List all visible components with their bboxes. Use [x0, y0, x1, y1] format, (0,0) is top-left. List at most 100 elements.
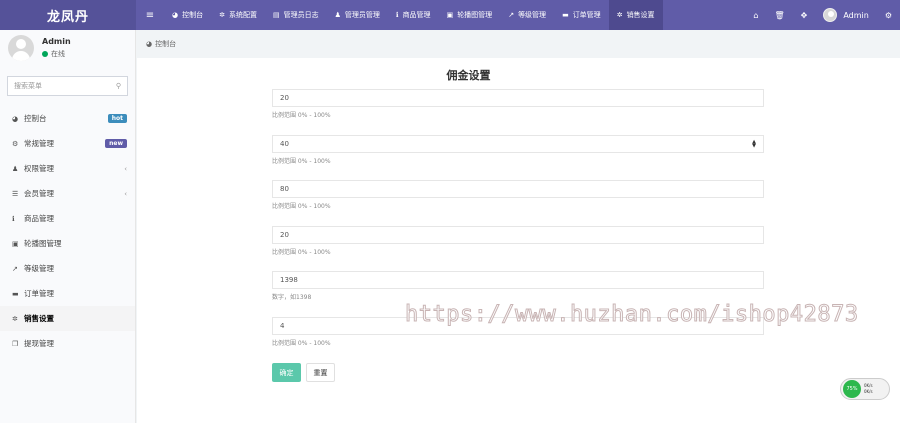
topnav-label: 订单管理	[572, 11, 601, 19]
sidebar-item-9[interactable]: ❐ 提现管理	[0, 331, 135, 356]
fullscreen-icon[interactable]: ✥	[793, 11, 816, 20]
sidebar-item-0[interactable]: ◕ 控制台 hot	[0, 106, 135, 131]
sidebar-item-label: 订单管理	[24, 289, 54, 298]
sidebar-menu: ◕ 控制台 hot ⚙ 常规管理 new ♟ 权限管理 ‹ ☰ 会员管理 ‹ ℹ 商品管理 ▣ 轮播图管理 ↗ 等…	[0, 106, 135, 356]
sidebar-item-label: 权限管理	[24, 164, 54, 173]
sidebar-item-1[interactable]: ⚙ 常规管理 new	[0, 131, 135, 156]
field-input[interactable]: 20	[272, 225, 764, 244]
field-help-text: 比例范围 0% - 100%	[272, 248, 331, 256]
field-help-text: 数字，如1398	[272, 294, 312, 301]
main-content: ◕ 控制台 佣金设置 直推销售奖（%）20比例范围 0% - 100%重销自我推…	[137, 30, 900, 423]
network-speed-widget[interactable]: 75% 0K/s 0K/s	[840, 378, 890, 400]
topnav-label: 轮播图管理	[457, 11, 493, 19]
topnav-item-6[interactable]: ↗ 等级管理	[500, 0, 554, 30]
topnav-label: 管理员管理	[344, 11, 380, 19]
sidebar-item-7[interactable]: ▬ 订单管理	[0, 281, 135, 306]
trash-icon[interactable]: 🗑	[766, 11, 792, 20]
sidebar-item-label: 轮播图管理	[24, 239, 62, 248]
page-title: 佣金设置	[446, 69, 491, 82]
user-icon: ♟	[334, 11, 341, 19]
field-help-text: 比例范围 0% - 100%	[272, 157, 331, 165]
topnav-label: 控制台	[182, 11, 204, 19]
sidebar-item-5[interactable]: ▣ 轮播图管理	[0, 231, 135, 256]
user-status: 在线	[42, 49, 71, 59]
copy-icon: ❐	[12, 339, 19, 348]
chart-icon: ↗	[12, 264, 18, 273]
field-input[interactable]: 80	[272, 180, 764, 198]
settings-icon[interactable]: ⚙	[877, 11, 900, 20]
top-nav-menu: ◕ 控制台 ✲ 系统配置 ▤ 管理员日志 ♟ 管理员管理 ℹ 商品管理 ▣ 轮播图管理 ↗ 等级管理 ▬ 订单…	[164, 0, 663, 30]
user-name: Admin	[843, 10, 869, 20]
gear-icon: ✲	[616, 11, 623, 19]
speed-circle: 75%	[843, 380, 861, 398]
sidebar-item-label: 等级管理	[24, 264, 54, 273]
sidebar-item-label: 销售设置	[24, 314, 54, 323]
field-value: 4	[280, 321, 285, 330]
reset-button[interactable]: 重置	[306, 363, 335, 382]
search-placeholder: 搜索菜单	[14, 82, 42, 90]
topnav-label: 销售设置	[626, 11, 655, 19]
sidebar-item-label: 提现管理	[24, 339, 54, 348]
dashboard-icon: ◕	[172, 11, 179, 19]
topnav-item-0[interactable]: ◕ 控制台	[164, 0, 211, 30]
topnav-item-7[interactable]: ▬ 订单管理	[554, 0, 609, 30]
info-icon: ℹ	[395, 11, 399, 19]
user-name: Admin	[42, 37, 71, 46]
topnav-item-3[interactable]: ♟ 管理员管理	[327, 0, 388, 30]
topnav-item-1[interactable]: ✲ 系统配置	[211, 0, 265, 30]
avatar	[823, 8, 838, 22]
topnav-label: 系统配置	[228, 11, 257, 19]
sidebar: Admin 在线 搜索菜单 ⚲ ◕ 控制台 hot ⚙ 常规管理 new ♟ 权限管理 ‹ ☰ 会员…	[0, 30, 136, 423]
submit-button[interactable]: 确定	[272, 363, 301, 382]
chart-icon: ↗	[508, 11, 515, 19]
sidebar-item-label: 控制台	[24, 114, 47, 123]
topnav-item-5[interactable]: ▣ 轮播图管理	[439, 0, 501, 30]
gear-icon: ✲	[219, 11, 225, 19]
breadcrumb-item[interactable]: 控制台	[155, 39, 176, 49]
topnav-label: 管理员日志	[283, 11, 319, 19]
field-help-text: 比例范围 0% - 100%	[272, 203, 331, 210]
sidebar-item-4[interactable]: ℹ 商品管理	[0, 206, 135, 231]
gear-icon: ✲	[12, 314, 18, 323]
sidebar-item-8[interactable]: ✲ 销售设置	[0, 306, 135, 331]
online-dot-icon	[42, 51, 48, 57]
topnav-item-2[interactable]: ▤ 管理员日志	[265, 0, 327, 30]
search-input[interactable]: 搜索菜单 ⚲	[7, 76, 128, 96]
top-right-controls: ⌂ 🗑 ✥ Admin ⚙	[745, 0, 900, 30]
field-input[interactable]: 40 ▲ ▼	[272, 134, 764, 153]
sidebar-item-label: 商品管理	[24, 214, 54, 223]
sidebar-item-label: 会员管理	[24, 189, 54, 198]
menu-badge: hot	[107, 114, 127, 123]
field-help-text: 比例范围 0% - 100%	[272, 112, 331, 119]
info-icon: ℹ	[12, 214, 15, 223]
card-icon: ▬	[12, 289, 19, 298]
image-icon: ▣	[446, 11, 454, 19]
home-icon[interactable]: ⌂	[745, 11, 766, 20]
topnav-item-8[interactable]: ✲ 销售设置	[608, 0, 663, 30]
app-logo[interactable]: 龙凤丹	[0, 0, 136, 30]
sidebar-item-3[interactable]: ☰ 会员管理 ‹	[0, 181, 135, 206]
sidebar-item-6[interactable]: ↗ 等级管理	[0, 256, 135, 281]
sidebar-toggle-icon[interactable]: ≡	[136, 0, 164, 30]
avatar	[8, 35, 34, 61]
search-icon[interactable]: ⚲	[116, 82, 121, 90]
chevron-left-icon: ‹	[124, 189, 127, 198]
field-input[interactable]: 20	[272, 89, 764, 107]
card-icon: ▬	[562, 11, 569, 19]
number-spinner-icon[interactable]: ▲ ▼	[752, 139, 756, 148]
field-value: 20	[280, 230, 289, 239]
field-input[interactable]: 4	[272, 316, 764, 335]
topnav-item-4[interactable]: ℹ 商品管理	[388, 0, 439, 30]
cogs-icon: ⚙	[12, 139, 19, 148]
sidebar-item-2[interactable]: ♟ 权限管理 ‹	[0, 156, 135, 181]
list-icon: ▤	[272, 11, 280, 19]
download-speed: 0K/s	[864, 389, 873, 394]
topnav-label: 商品管理	[402, 11, 431, 19]
field-value: 80	[280, 185, 289, 193]
field-value: 1398	[280, 276, 298, 284]
user-menu[interactable]: Admin	[815, 8, 877, 22]
field-help-text: 比例范围 0% - 100%	[272, 339, 331, 347]
field-input[interactable]: 1398	[272, 271, 764, 289]
top-navbar: 龙凤丹 ≡ ◕ 控制台 ✲ 系统配置 ▤ 管理员日志 ♟ 管理员管理 ℹ 商品管理 ▣ 轮播图管理 ↗ 等…	[0, 0, 900, 30]
image-icon: ▣	[12, 239, 19, 248]
